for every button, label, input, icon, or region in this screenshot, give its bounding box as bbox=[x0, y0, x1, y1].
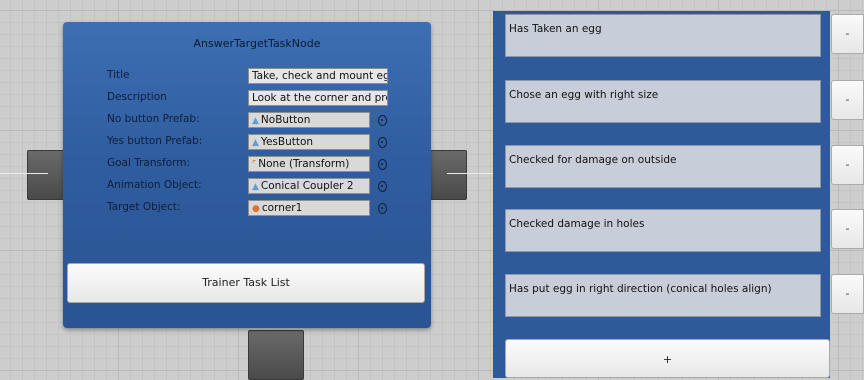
title-field[interactable]: Take, check and mount egg bbox=[248, 68, 388, 84]
output-port-bottom[interactable] bbox=[248, 330, 304, 380]
task-item-text: Chose an egg with right size bbox=[509, 89, 659, 101]
input-port-left[interactable] bbox=[27, 150, 67, 200]
description-field[interactable]: Look at the corner and pre: bbox=[248, 90, 388, 106]
task-item[interactable]: Chose an egg with right size bbox=[505, 80, 821, 123]
object-picker-icon[interactable] bbox=[378, 115, 387, 126]
description-label: Description bbox=[107, 91, 167, 103]
animation-object-field[interactable]: ▲ Conical Coupler 2 bbox=[248, 178, 370, 194]
remove-item-button[interactable]: - bbox=[831, 274, 864, 314]
yes-button-prefab-field[interactable]: ▲ YesButton bbox=[248, 134, 370, 150]
yes-button-prefab-value: YesButton bbox=[260, 136, 314, 148]
prefab-icon: ▲ bbox=[252, 116, 259, 126]
task-item[interactable]: Checked damage in holes bbox=[505, 209, 821, 252]
animation-object-label: Animation Object: bbox=[107, 179, 202, 191]
target-object-value: corner1 bbox=[261, 202, 303, 214]
add-item-button[interactable]: + bbox=[505, 339, 830, 378]
prefab-icon: ▲ bbox=[252, 182, 259, 192]
object-picker-icon[interactable] bbox=[378, 137, 387, 148]
connection-wire-left bbox=[0, 173, 48, 174]
animation-object-value: Conical Coupler 2 bbox=[260, 180, 354, 192]
goal-transform-field[interactable]: ⌜ None (Transform) bbox=[248, 156, 370, 172]
no-button-prefab-field[interactable]: ▲ NoButton bbox=[248, 112, 370, 128]
transform-icon: ⌜ bbox=[252, 160, 257, 170]
task-list-panel bbox=[493, 11, 830, 378]
yes-button-prefab-label: Yes button Prefab: bbox=[107, 135, 203, 147]
task-item-text: Checked damage in holes bbox=[509, 218, 645, 230]
target-object-label: Target Object: bbox=[107, 201, 181, 213]
output-port-right[interactable] bbox=[430, 150, 467, 200]
node-title: AnswerTargetTaskNode bbox=[193, 37, 321, 50]
task-node[interactable]: AnswerTargetTaskNode Title Take, check a… bbox=[63, 22, 431, 328]
task-item[interactable]: Checked for damage on outside bbox=[505, 145, 821, 188]
goal-transform-value: None (Transform) bbox=[258, 158, 350, 170]
no-button-prefab-value: NoButton bbox=[260, 114, 311, 126]
task-item[interactable]: Has Taken an egg bbox=[505, 14, 821, 57]
remove-item-button[interactable]: - bbox=[831, 14, 864, 54]
remove-item-button[interactable]: - bbox=[831, 145, 864, 185]
task-item-text: Checked for damage on outside bbox=[509, 154, 677, 166]
connection-wire-right bbox=[447, 173, 493, 174]
task-item-text: Has put egg in right direction (conical … bbox=[509, 283, 772, 295]
object-picker-icon[interactable] bbox=[378, 181, 387, 192]
goal-transform-label: Goal Transform: bbox=[107, 157, 191, 169]
remove-item-button[interactable]: - bbox=[831, 209, 864, 249]
task-item-text: Has Taken an egg bbox=[509, 23, 602, 35]
task-item[interactable]: Has put egg in right direction (conical … bbox=[505, 274, 821, 317]
trainer-task-list-button[interactable]: Trainer Task List bbox=[67, 263, 425, 303]
no-button-prefab-label: No button Prefab: bbox=[107, 113, 200, 125]
target-object-field[interactable]: ● corner1 bbox=[248, 200, 370, 216]
remove-item-button[interactable]: - bbox=[831, 80, 864, 120]
gameobject-icon: ● bbox=[252, 204, 260, 214]
prefab-icon: ▲ bbox=[252, 138, 259, 148]
object-picker-icon[interactable] bbox=[378, 203, 387, 214]
title-label: Title bbox=[107, 69, 130, 81]
object-picker-icon[interactable] bbox=[378, 159, 387, 170]
